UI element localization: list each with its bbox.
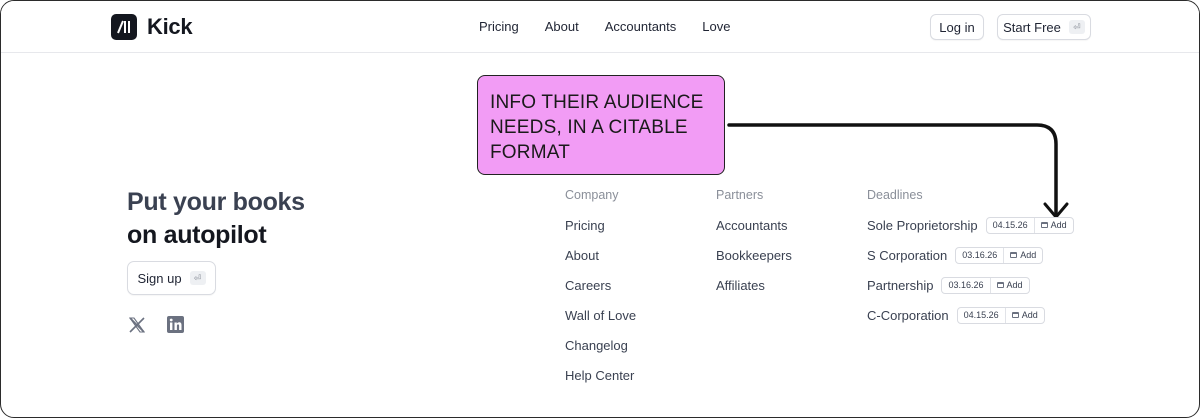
start-free-button[interactable]: Start Free ⏎ xyxy=(997,14,1091,40)
enter-key-icon: ⏎ xyxy=(189,271,206,285)
add-to-calendar-button[interactable]: Add xyxy=(991,278,1029,293)
login-button[interactable]: Log in xyxy=(930,14,984,40)
kick-logo-icon xyxy=(111,14,137,40)
footer-link-wall-of-love[interactable]: Wall of Love xyxy=(565,307,636,323)
add-to-calendar-button[interactable]: Add xyxy=(1035,218,1073,233)
logo[interactable]: Kick xyxy=(111,14,193,40)
deadline-date: 04.15.26 xyxy=(987,217,1035,233)
enter-key-icon: ⏎ xyxy=(1068,20,1085,34)
calendar-icon xyxy=(1040,222,1048,228)
nav-about[interactable]: About xyxy=(545,19,579,34)
annotation-callout: INFO THEIR AUDIENCE NEEDS, IN A CITABLE … xyxy=(477,75,725,175)
footer-link-careers[interactable]: Careers xyxy=(565,277,636,293)
calendar-icon xyxy=(996,282,1004,288)
footer-link-about[interactable]: About xyxy=(565,247,636,263)
deadline-row: C-Corporation 04.15.26 Add xyxy=(867,306,1074,324)
social-links xyxy=(127,315,185,334)
deadline-label[interactable]: Sole Proprietorship xyxy=(867,218,978,233)
deadline-date: 04.15.26 xyxy=(958,307,1006,323)
footer-partners-column: Partners Accountants Bookkeepers Affilia… xyxy=(716,188,792,307)
footer-link-accountants[interactable]: Accountants xyxy=(716,217,792,233)
linkedin-icon[interactable] xyxy=(166,315,185,334)
add-label: Add xyxy=(1020,250,1037,260)
footer-link-help-center[interactable]: Help Center xyxy=(565,367,636,383)
calendar-icon xyxy=(1011,312,1019,318)
deadline-label[interactable]: C-Corporation xyxy=(867,308,949,323)
hero-line-1: Put your books xyxy=(127,188,305,216)
deadline-date: 03.16.26 xyxy=(956,247,1005,263)
brand-name: Kick xyxy=(147,14,193,39)
footer-link-pricing[interactable]: Pricing xyxy=(565,217,636,233)
hero-line-2: on autopilot xyxy=(127,221,267,249)
deadline-pill: 03.16.26 Add xyxy=(941,276,1030,294)
deadline-date: 03.16.26 xyxy=(942,277,991,293)
signup-button[interactable]: Sign up ⏎ xyxy=(127,261,216,295)
x-icon[interactable] xyxy=(127,315,146,334)
signup-label: Sign up xyxy=(137,270,182,286)
nav-pricing[interactable]: Pricing xyxy=(479,19,519,34)
deadline-label[interactable]: S Corporation xyxy=(867,248,947,263)
footer-link-affiliates[interactable]: Affiliates xyxy=(716,277,792,293)
deadline-pill: 03.16.26 Add xyxy=(955,246,1044,264)
add-label: Add xyxy=(1050,220,1067,230)
footer-link-bookkeepers[interactable]: Bookkeepers xyxy=(716,247,792,263)
add-to-calendar-button[interactable]: Add xyxy=(1004,248,1042,263)
nav-accountants[interactable]: Accountants xyxy=(605,19,677,34)
company-heading: Company xyxy=(565,188,619,202)
deadline-label[interactable]: Partnership xyxy=(867,278,933,293)
deadline-row: Partnership 03.16.26 Add xyxy=(867,276,1074,294)
start-free-label: Start Free xyxy=(1003,19,1061,35)
calendar-icon xyxy=(1010,252,1018,258)
add-label: Add xyxy=(1006,280,1023,290)
deadline-pill: 04.15.26 Add xyxy=(956,306,1045,324)
login-label: Log in xyxy=(939,19,975,35)
deadline-row: Sole Proprietorship 04.15.26 Add xyxy=(867,216,1074,234)
main-nav: Pricing About Accountants Love xyxy=(479,19,730,34)
hero-heading: Put your books on autopilot xyxy=(127,186,305,252)
partners-heading: Partners xyxy=(716,188,764,202)
page-frame: Kick Pricing About Accountants Love Log … xyxy=(0,0,1200,418)
footer-deadlines-column: Deadlines Sole Proprietorship 04.15.26 A… xyxy=(867,188,1074,337)
footer-company-column: Company Pricing About Careers Wall of Lo… xyxy=(565,188,636,397)
add-label: Add xyxy=(1021,310,1038,320)
nav-love[interactable]: Love xyxy=(702,19,730,34)
deadlines-heading: Deadlines xyxy=(867,188,923,202)
deadline-row: S Corporation 03.16.26 Add xyxy=(867,246,1074,264)
deadline-pill: 04.15.26 Add xyxy=(985,216,1074,234)
add-to-calendar-button[interactable]: Add xyxy=(1006,308,1044,323)
footer-link-changelog[interactable]: Changelog xyxy=(565,337,636,353)
site-header: Kick Pricing About Accountants Love Log … xyxy=(1,1,1199,53)
